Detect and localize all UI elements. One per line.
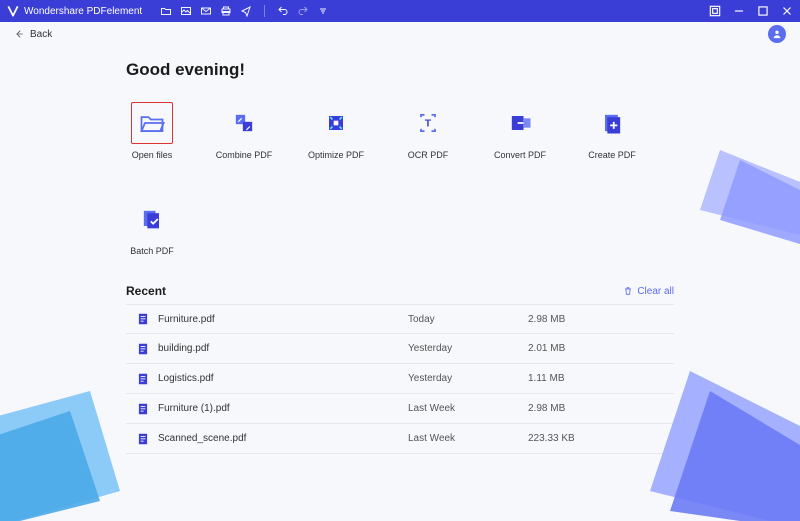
back-label: Back xyxy=(30,29,52,40)
tile-convert-pdf[interactable]: Convert PDF xyxy=(494,102,546,160)
pdf-file-icon xyxy=(136,402,150,416)
pdf-file-icon xyxy=(136,342,150,356)
print-icon[interactable] xyxy=(220,5,232,17)
file-date: Yesterday xyxy=(408,343,528,354)
file-size: 2.98 MB xyxy=(528,314,565,325)
ocr-icon: T xyxy=(407,102,449,144)
tile-label: Open files xyxy=(132,150,173,160)
file-date: Today xyxy=(408,314,528,325)
file-size: 223.33 KB xyxy=(528,433,575,444)
convert-icon xyxy=(499,102,541,144)
toolbar-separator xyxy=(264,5,265,17)
avatar[interactable] xyxy=(768,25,786,43)
file-size: 1.11 MB xyxy=(528,373,565,384)
open-folder-icon[interactable] xyxy=(160,5,172,17)
mail-icon[interactable] xyxy=(200,5,212,17)
tile-ocr-pdf[interactable]: T OCR PDF xyxy=(402,102,454,160)
user-icon xyxy=(772,29,782,39)
app-title: Wondershare PDFelement xyxy=(24,6,142,17)
file-size: 2.98 MB xyxy=(528,403,565,414)
tile-label: OCR PDF xyxy=(408,150,449,160)
create-icon xyxy=(591,102,633,144)
svg-text:T: T xyxy=(425,118,432,130)
tile-label: Convert PDF xyxy=(494,150,546,160)
file-size: 2.01 MB xyxy=(528,343,565,354)
header-row: Back xyxy=(0,22,800,46)
file-name: Logistics.pdf xyxy=(158,373,408,384)
recent-file-row[interactable]: Logistics.pdf Yesterday 1.11 MB xyxy=(126,364,674,394)
picture-icon[interactable] xyxy=(180,5,192,17)
file-date: Last Week xyxy=(408,403,528,414)
recent-list: Furniture.pdf Today 2.98 MB building.pdf… xyxy=(126,304,674,454)
share-icon[interactable] xyxy=(240,5,252,17)
recent-file-row[interactable]: Scanned_scene.pdf Last Week 223.33 KB xyxy=(126,424,674,454)
tile-combine-pdf[interactable]: Combine PDF xyxy=(218,102,270,160)
back-arrow-icon xyxy=(14,29,24,39)
pdf-file-icon xyxy=(136,372,150,386)
tile-label: Combine PDF xyxy=(216,150,273,160)
recent-title: Recent xyxy=(126,284,166,298)
recent-file-row[interactable]: Furniture.pdf Today 2.98 MB xyxy=(126,304,674,334)
app-logo-icon xyxy=(6,4,20,18)
action-tiles: Open files Combine PDF Optimize PDF T OC… xyxy=(126,102,674,256)
file-date: Last Week xyxy=(408,433,528,444)
recent-file-row[interactable]: building.pdf Yesterday 2.01 MB xyxy=(126,334,674,364)
tile-open-files[interactable]: Open files xyxy=(126,102,178,160)
file-name: Furniture.pdf xyxy=(158,314,408,325)
file-name: Scanned_scene.pdf xyxy=(158,433,408,444)
clear-all-button[interactable]: Clear all xyxy=(623,286,674,297)
file-name: building.pdf xyxy=(158,343,408,354)
open-files-icon xyxy=(131,102,173,144)
pdf-file-icon xyxy=(136,432,150,446)
fullscreen-icon[interactable] xyxy=(708,4,722,18)
page-title: Good evening! xyxy=(126,60,674,80)
pdf-file-icon xyxy=(136,312,150,326)
maximize-icon[interactable] xyxy=(756,4,770,18)
file-date: Yesterday xyxy=(408,373,528,384)
overflow-menu-icon[interactable] xyxy=(317,5,329,17)
undo-icon[interactable] xyxy=(277,5,289,17)
close-icon[interactable] xyxy=(780,4,794,18)
trash-icon xyxy=(623,286,633,296)
minimize-icon[interactable] xyxy=(732,4,746,18)
recent-file-row[interactable]: Furniture (1).pdf Last Week 2.98 MB xyxy=(126,394,674,424)
tile-optimize-pdf[interactable]: Optimize PDF xyxy=(310,102,362,160)
redo-icon[interactable] xyxy=(297,5,309,17)
back-button[interactable]: Back xyxy=(14,29,52,40)
main-content: Good evening! Open files Combine PDF Opt… xyxy=(0,46,800,454)
clear-all-label: Clear all xyxy=(637,286,674,297)
optimize-icon xyxy=(315,102,357,144)
tile-label: Batch PDF xyxy=(130,246,174,256)
tile-label: Optimize PDF xyxy=(308,150,364,160)
tile-create-pdf[interactable]: Create PDF xyxy=(586,102,638,160)
tile-label: Create PDF xyxy=(588,150,636,160)
title-bar: Wondershare PDFelement xyxy=(0,0,800,22)
tile-batch-pdf[interactable]: Batch PDF xyxy=(126,198,178,256)
combine-icon xyxy=(223,102,265,144)
recent-header: Recent Clear all xyxy=(126,284,674,298)
batch-icon xyxy=(131,198,173,240)
file-name: Furniture (1).pdf xyxy=(158,403,408,414)
